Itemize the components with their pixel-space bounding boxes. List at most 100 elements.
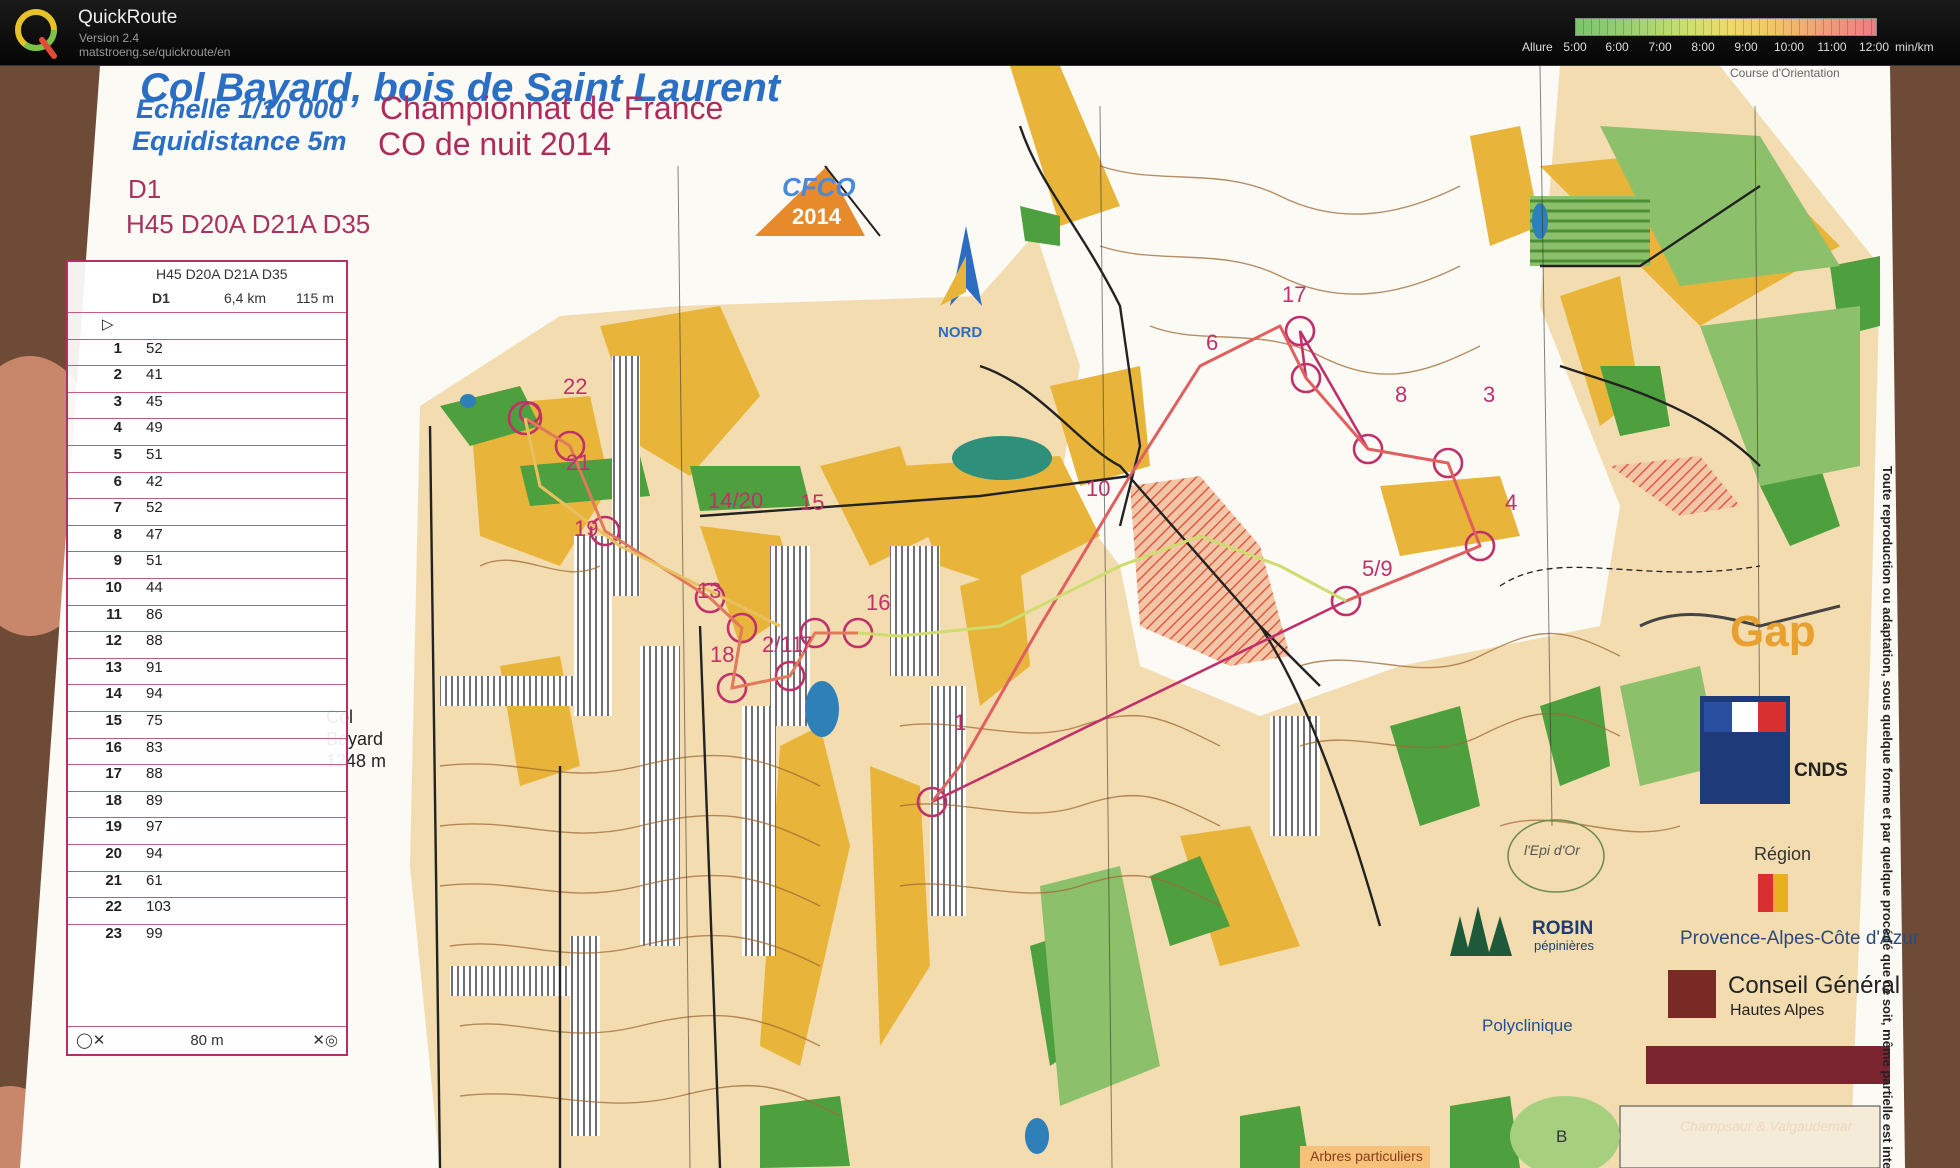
desc-row-code: 94	[146, 845, 163, 862]
map-info-box	[1619, 1105, 1881, 1168]
champsaur-banner	[1646, 1046, 1890, 1084]
desc-row-code: 83	[146, 738, 163, 756]
desc-row: 5 51	[68, 445, 346, 472]
event-logo-year: 2014	[792, 204, 841, 229]
control-label: 6	[1206, 330, 1219, 355]
control-label: 13	[697, 578, 722, 603]
desc-row-code: 47	[146, 525, 163, 543]
desc-row: 16 83	[68, 737, 346, 765]
desc-row-number: 11	[106, 605, 122, 623]
finish-end-icon: ✕◎	[312, 1032, 338, 1049]
desc-row-number: 23	[105, 924, 122, 942]
desc-row: 4 49	[68, 418, 346, 445]
desc-row-number: 6	[113, 472, 122, 490]
desc-row-code: 88	[146, 632, 163, 650]
desc-row: 23 99	[68, 923, 346, 951]
desc-row: 6 42	[68, 471, 346, 499]
event-logo-text: CFCO	[782, 172, 856, 202]
desc-row-number: 8	[113, 525, 122, 543]
desc-row-code: 86	[146, 605, 163, 623]
desc-row-number: 2	[113, 366, 122, 384]
desc-start-row: ▷	[68, 312, 346, 339]
pace-tick: 8:00	[1691, 40, 1715, 54]
control-label: 7	[800, 632, 813, 657]
finish-start-icon: ◯✕	[76, 1032, 106, 1049]
app-url[interactable]: matstroeng.se/quickroute/en	[79, 45, 230, 59]
desc-row: 11 86	[68, 604, 346, 632]
control-label: 14/20	[708, 488, 764, 513]
desc-row: 21 61	[68, 870, 346, 898]
control-label: 5/9	[1362, 556, 1393, 581]
desc-row-number: 4	[113, 419, 122, 437]
map-equidistance: Equidistance 5m	[132, 126, 347, 156]
desc-row-code: 89	[146, 791, 163, 809]
desc-row: 1 52	[68, 338, 346, 366]
control-label: 21	[566, 450, 591, 475]
pace-tick: 9:00	[1734, 40, 1758, 54]
start-triangle-icon: ▷	[102, 316, 114, 333]
desc-row-number: 9	[113, 552, 122, 570]
desc-row-code: 94	[146, 685, 163, 703]
desc-row: 14 94	[68, 684, 346, 711]
control-label: 1	[954, 710, 967, 735]
desc-row-code: 99	[146, 924, 163, 942]
desc-row: 13 91	[68, 657, 346, 685]
desc-row: 20 94	[68, 844, 346, 871]
control-label: 17	[1282, 282, 1307, 307]
desc-row-number: 22	[105, 898, 122, 916]
desc-row: 3 45	[68, 391, 346, 419]
desc-row-number: 15	[105, 712, 122, 729]
control-label: 10	[1086, 476, 1111, 501]
desc-row: 22 103	[68, 897, 346, 924]
desc-row-number: 14	[105, 685, 122, 703]
epi-text: l'Epi d'Or	[1524, 842, 1580, 858]
robin-text: ROBIN	[1532, 918, 1594, 939]
app-title: QuickRoute	[78, 7, 178, 28]
desc-row-code: 51	[146, 552, 163, 570]
course-categories: H45 D20A D21A D35	[126, 209, 371, 239]
desc-row-number: 16	[105, 738, 122, 756]
desc-row-number: 13	[105, 658, 122, 676]
desc-row-code: 52	[146, 339, 163, 357]
pace-tick: 11:00	[1817, 40, 1847, 54]
desc-row-number: 19	[105, 818, 122, 836]
desc-row: 7 52	[68, 498, 346, 525]
desc-row-code: 52	[146, 499, 163, 517]
hautes-alpes-text: Hautes Alpes	[1730, 1002, 1825, 1019]
north-label: NORD	[938, 324, 983, 341]
desc-row-number: 17	[105, 765, 122, 783]
pace-tick: 12:00	[1858, 40, 1890, 54]
desc-row: 17 88	[68, 764, 346, 791]
desc-row: 15 75	[68, 711, 346, 738]
desc-climb: 115 m	[296, 290, 334, 306]
robin-sub-text: pépinières	[1534, 938, 1594, 953]
cnds-text: CNDS	[1794, 760, 1848, 781]
course-name: D1	[128, 174, 162, 204]
desc-row-code: 91	[146, 658, 163, 676]
pace-tick: 5:00	[1563, 40, 1587, 54]
quickroute-logo-icon	[15, 9, 57, 59]
pace-color-bar	[1575, 18, 1877, 36]
control-label: 2/11	[762, 632, 804, 657]
map-canvas[interactable]: Gap B Col Bayard, bois de Saint Laurent …	[0, 66, 1960, 1168]
desc-row: 2 41	[68, 365, 346, 392]
gap-logo: Gap	[1730, 607, 1816, 656]
copyright-notice: Toute reproduction ou adaptation, sous q…	[1880, 466, 1895, 1168]
control-label: 4	[1505, 490, 1518, 515]
desc-row-number: 20	[105, 845, 122, 862]
control-description-sheet: H45 D20A D21A D35 D1 6,4 km 115 m ▷ 1 52 2…	[66, 260, 348, 1056]
desc-row-code: 44	[146, 579, 163, 596]
pace-legend: Allure 5:00 6:00 7:00 8:00 9:00 10:00 11…	[1518, 17, 1958, 57]
pace-tick: 6:00	[1605, 40, 1629, 54]
course-orientation-text: Course d'Orientation	[1730, 66, 1840, 80]
desc-row-number: 21	[105, 871, 122, 889]
app-version: Version 2.4	[79, 31, 140, 45]
control-label: 15	[800, 490, 825, 515]
desc-categories: H45 D20A D21A D35	[156, 266, 288, 282]
desc-row: 19 97	[68, 817, 346, 844]
desc-row-number: 10	[105, 579, 122, 596]
desc-row-code: 45	[146, 392, 163, 410]
desc-finish-distance: 80 m	[190, 1032, 224, 1049]
desc-row-code: 97	[146, 818, 163, 836]
app-header: QuickRoute Version 2.4 matstroeng.se/qui…	[0, 0, 1960, 66]
